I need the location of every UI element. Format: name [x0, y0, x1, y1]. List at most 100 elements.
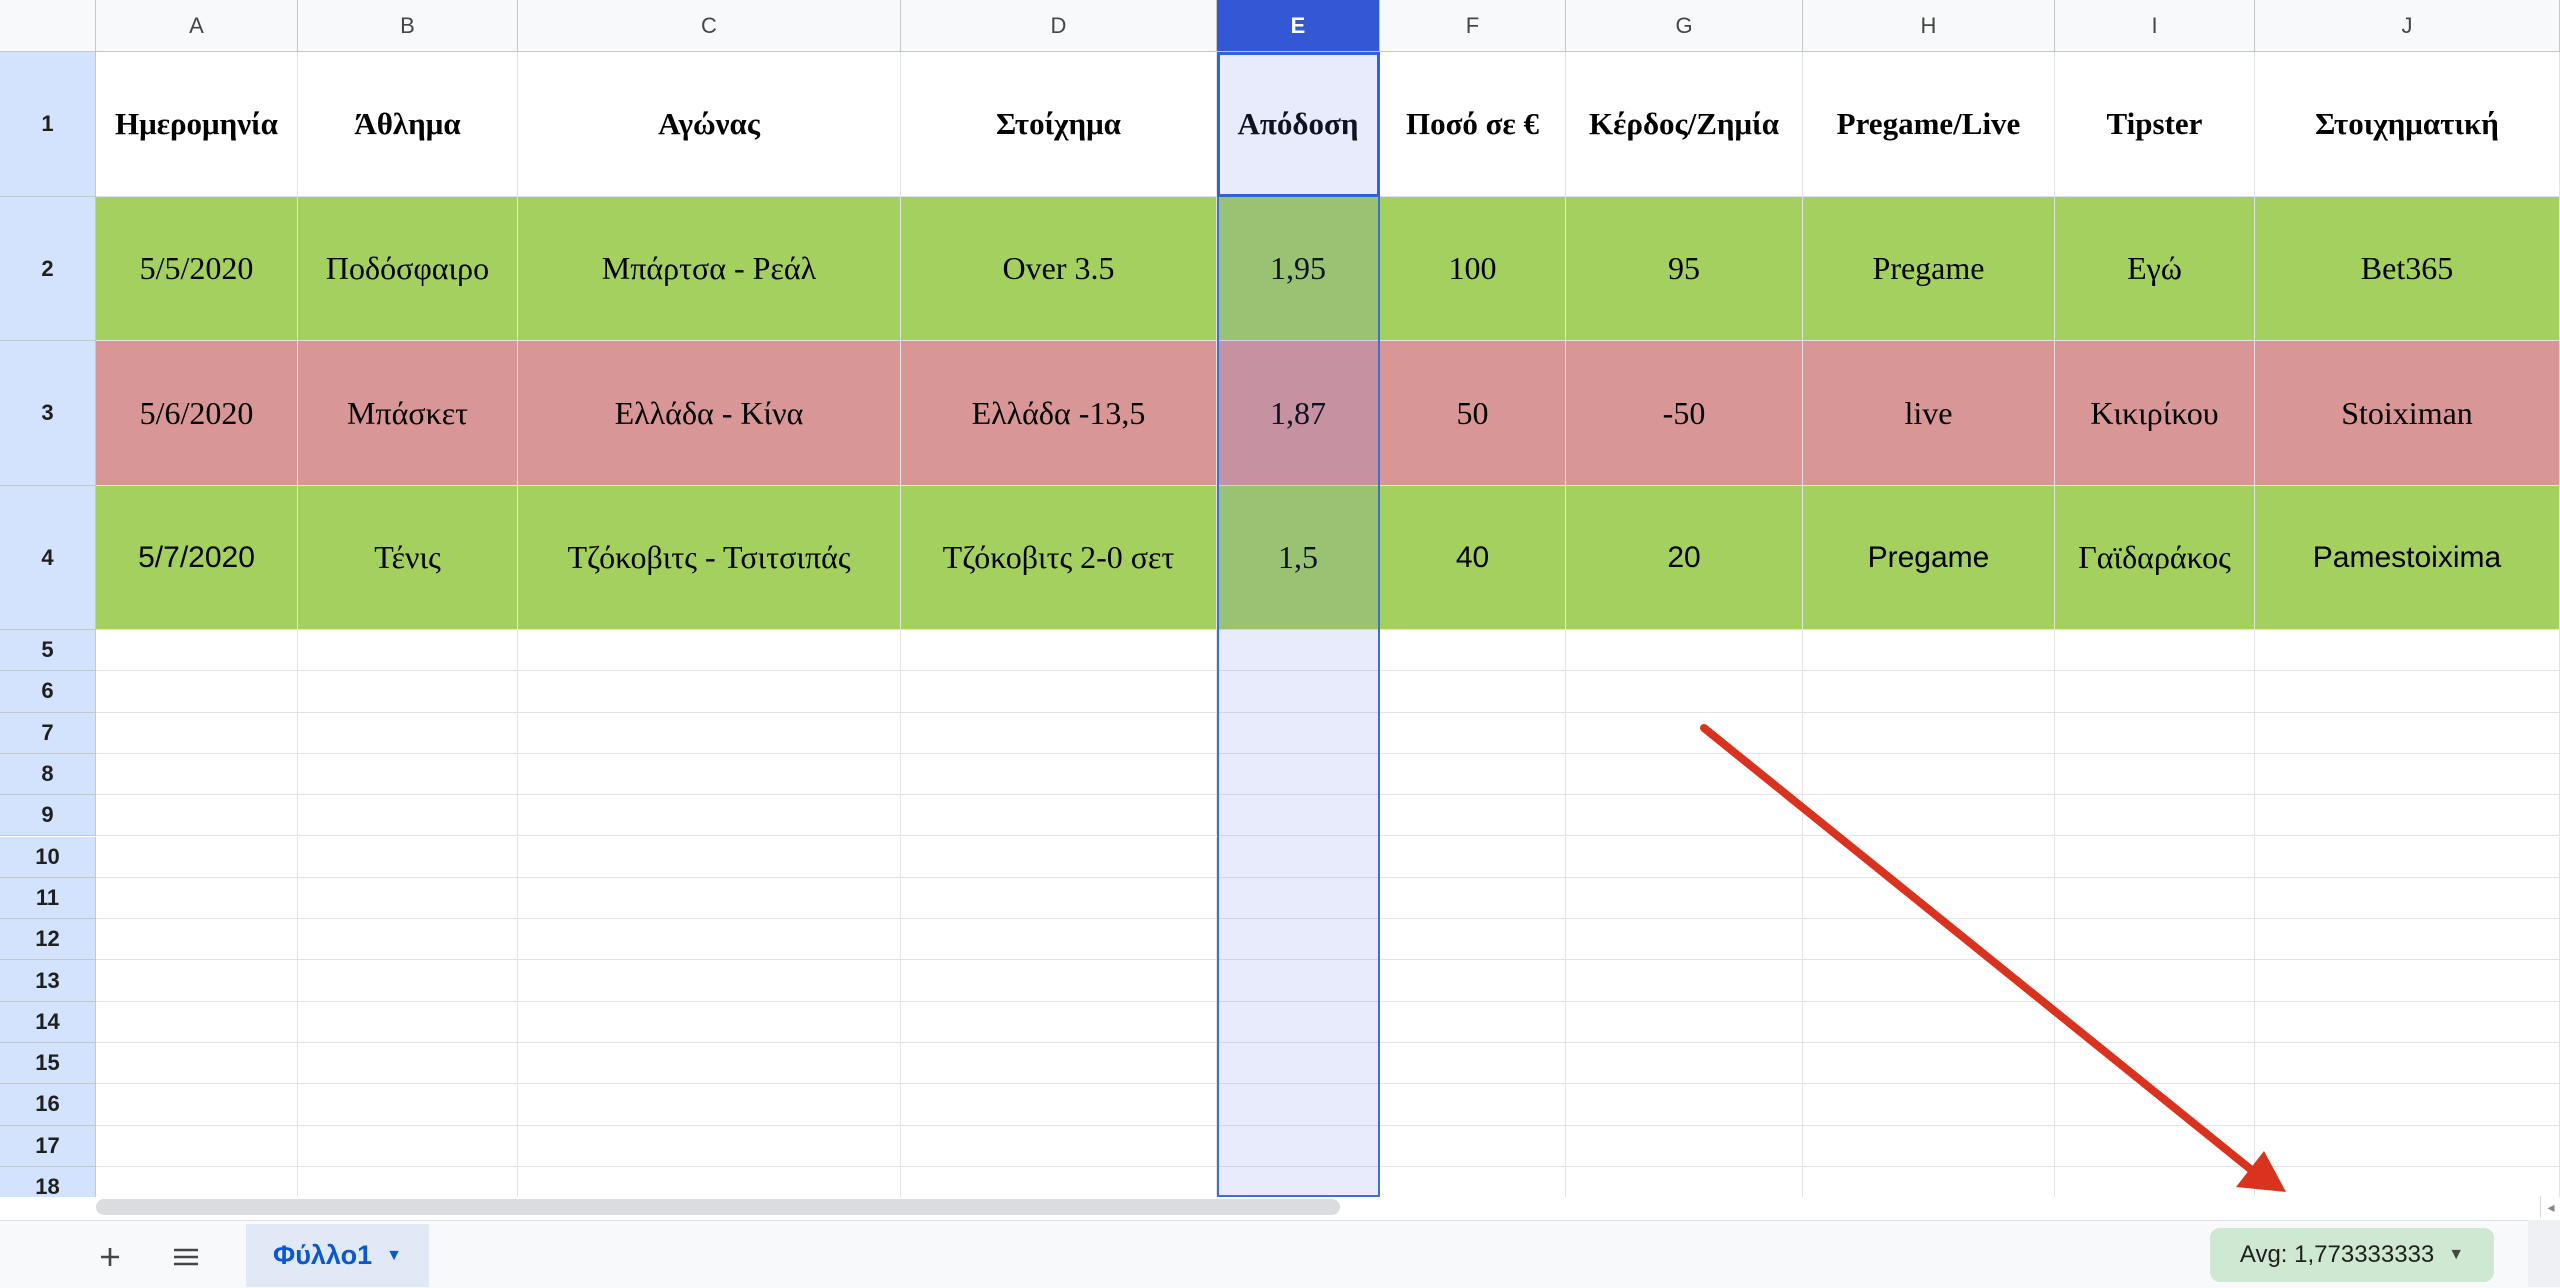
- row-header[interactable]: 8: [0, 753, 96, 796]
- table-cell[interactable]: 5/5/2020: [96, 197, 298, 341]
- table-cell[interactable]: Over 3.5: [901, 197, 1217, 341]
- empty-cell[interactable]: [298, 753, 518, 796]
- empty-cell[interactable]: [1380, 1043, 1566, 1085]
- empty-cell[interactable]: [2255, 753, 2560, 796]
- empty-cell[interactable]: [2255, 1084, 2560, 1126]
- empty-cell[interactable]: [2055, 836, 2255, 878]
- empty-cell[interactable]: [1380, 630, 1566, 672]
- empty-cell[interactable]: [901, 1166, 1217, 1197]
- empty-cell[interactable]: [901, 877, 1217, 920]
- empty-cell[interactable]: [2055, 712, 2255, 754]
- empty-cell[interactable]: [1566, 877, 1803, 920]
- empty-cell[interactable]: [518, 671, 901, 713]
- row-header[interactable]: 6: [0, 671, 96, 713]
- table-cell[interactable]: Τζόκοβιτς - Τσιτσιπάς: [518, 486, 901, 630]
- empty-cell[interactable]: [1803, 1084, 2055, 1126]
- select-all-corner[interactable]: [0, 0, 96, 52]
- empty-cell[interactable]: [2055, 919, 2255, 961]
- empty-cell[interactable]: [96, 919, 298, 961]
- header-cell[interactable]: Στοιχηματική: [2255, 52, 2560, 197]
- empty-cell[interactable]: [2255, 712, 2560, 754]
- row-header[interactable]: 7: [0, 712, 96, 754]
- empty-cell[interactable]: [2055, 671, 2255, 713]
- table-cell[interactable]: Bet365: [2255, 197, 2560, 341]
- table-cell[interactable]: 1,87: [1217, 341, 1380, 486]
- empty-cell[interactable]: [1380, 671, 1566, 713]
- table-cell[interactable]: Ποδόσφαιρο: [298, 197, 518, 341]
- empty-cell[interactable]: [298, 712, 518, 754]
- empty-cell[interactable]: [2055, 1166, 2255, 1197]
- empty-cell[interactable]: [518, 919, 901, 961]
- row-header[interactable]: 18: [0, 1166, 96, 1197]
- empty-cell[interactable]: [96, 671, 298, 713]
- empty-cell[interactable]: [1566, 630, 1803, 672]
- empty-cell[interactable]: [518, 836, 901, 878]
- empty-cell[interactable]: [1803, 960, 2055, 1002]
- scroll-left-arrow[interactable]: ◂: [2540, 1196, 2560, 1218]
- column-header-c[interactable]: C: [518, 0, 901, 52]
- row-header[interactable]: 2: [0, 197, 96, 341]
- empty-cell[interactable]: [518, 1043, 901, 1085]
- column-header-f[interactable]: F: [1380, 0, 1566, 52]
- row-header[interactable]: 9: [0, 795, 96, 837]
- empty-cell[interactable]: [96, 712, 298, 754]
- empty-cell[interactable]: [1803, 1166, 2055, 1197]
- table-cell[interactable]: live: [1803, 341, 2055, 486]
- horizontal-scrollbar-thumb[interactable]: [96, 1199, 1340, 1215]
- empty-cell[interactable]: [901, 1043, 1217, 1085]
- empty-cell[interactable]: [1566, 960, 1803, 1002]
- empty-cell[interactable]: [1217, 919, 1380, 961]
- column-header-j[interactable]: J: [2255, 0, 2560, 52]
- empty-cell[interactable]: [1380, 1001, 1566, 1043]
- empty-cell[interactable]: [1803, 671, 2055, 713]
- header-cell[interactable]: Κέρδος/Ζημία: [1566, 52, 1803, 197]
- table-cell[interactable]: Μπάρτσα - Ρεάλ: [518, 197, 901, 341]
- empty-cell[interactable]: [1217, 877, 1380, 920]
- empty-cell[interactable]: [2255, 877, 2560, 920]
- empty-cell[interactable]: [518, 753, 901, 796]
- plus-icon[interactable]: [88, 1238, 132, 1276]
- caret-down-icon[interactable]: ▼: [386, 1247, 402, 1265]
- empty-cell[interactable]: [96, 1166, 298, 1197]
- table-cell[interactable]: -50: [1566, 341, 1803, 486]
- empty-cell[interactable]: [96, 1043, 298, 1085]
- table-cell[interactable]: 100: [1380, 197, 1566, 341]
- empty-cell[interactable]: [1566, 919, 1803, 961]
- empty-cell[interactable]: [2055, 1084, 2255, 1126]
- empty-cell[interactable]: [1380, 919, 1566, 961]
- empty-cell[interactable]: [1217, 1001, 1380, 1043]
- row-header[interactable]: 14: [0, 1001, 96, 1043]
- empty-cell[interactable]: [2255, 1043, 2560, 1085]
- empty-cell[interactable]: [2055, 1125, 2255, 1167]
- empty-cell[interactable]: [518, 1001, 901, 1043]
- empty-cell[interactable]: [1380, 836, 1566, 878]
- empty-cell[interactable]: [901, 1125, 1217, 1167]
- table-cell[interactable]: 1,95: [1217, 197, 1380, 341]
- column-header-a[interactable]: A: [96, 0, 298, 52]
- empty-cell[interactable]: [2255, 1125, 2560, 1167]
- empty-cell[interactable]: [1380, 1125, 1566, 1167]
- empty-cell[interactable]: [518, 877, 901, 920]
- empty-cell[interactable]: [2255, 836, 2560, 878]
- empty-cell[interactable]: [298, 630, 518, 672]
- caret-down-icon[interactable]: ▼: [2448, 1246, 2464, 1264]
- row-header[interactable]: 5: [0, 630, 96, 672]
- empty-cell[interactable]: [2055, 795, 2255, 837]
- row-header[interactable]: 13: [0, 960, 96, 1002]
- header-cell[interactable]: Ποσό σε €: [1380, 52, 1566, 197]
- empty-cell[interactable]: [901, 836, 1217, 878]
- empty-cell[interactable]: [96, 960, 298, 1002]
- empty-cell[interactable]: [1380, 795, 1566, 837]
- empty-cell[interactable]: [298, 671, 518, 713]
- menu-icon[interactable]: [164, 1238, 208, 1276]
- empty-cell[interactable]: [1217, 960, 1380, 1002]
- empty-cell[interactable]: [1217, 836, 1380, 878]
- empty-cell[interactable]: [1217, 712, 1380, 754]
- empty-cell[interactable]: [518, 1084, 901, 1126]
- empty-cell[interactable]: [298, 1125, 518, 1167]
- empty-cell[interactable]: [1566, 836, 1803, 878]
- row-header[interactable]: 3: [0, 341, 96, 486]
- row-header[interactable]: 15: [0, 1043, 96, 1085]
- empty-cell[interactable]: [2255, 630, 2560, 672]
- empty-cell[interactable]: [1380, 712, 1566, 754]
